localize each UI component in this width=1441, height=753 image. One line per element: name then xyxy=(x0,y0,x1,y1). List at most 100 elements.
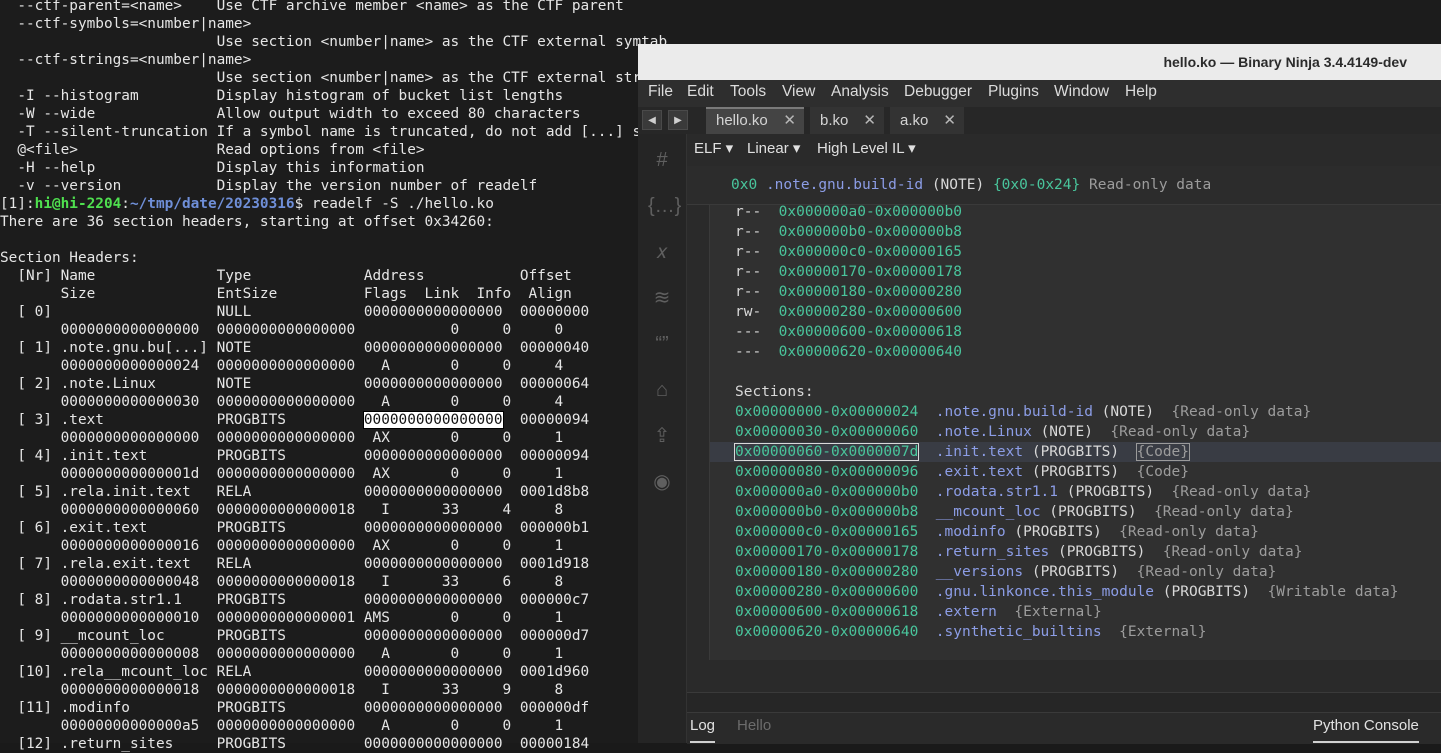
variables-icon[interactable]: 𝑥 xyxy=(648,238,676,266)
terminal-line: Use section <number|name> as the CTF ext… xyxy=(0,34,668,50)
tag-icon[interactable]: ⌂ xyxy=(648,376,676,404)
section-row[interactable]: 0x00000060-0x0000007d .init.text (PROGBI… xyxy=(710,442,1441,462)
section-range: 0x00000620-0x00000640 xyxy=(735,624,919,640)
view-toolbar: ELF ▾ Linear ▾ High Level IL ▾ xyxy=(687,134,1441,166)
section-name: .exit.text xyxy=(935,464,1024,480)
globe-icon[interactable]: ◉ xyxy=(648,468,676,496)
menu-debugger[interactable]: Debugger xyxy=(904,80,972,107)
section-range: 0x00000080-0x00000096 xyxy=(735,464,919,480)
section-semantics: {External} xyxy=(1014,604,1102,620)
close-icon[interactable]: ✕ xyxy=(943,107,956,134)
tab-bar: ◀ ▶ hello.ko ✕ b.ko ✕ a.ko ✕ xyxy=(638,107,1441,134)
section-row[interactable]: 0x00000600-0x00000618 .extern {External} xyxy=(735,602,1102,622)
section-row[interactable]: 0x00000080-0x00000096 .exit.text (PROGBI… xyxy=(735,462,1189,482)
section-range: 0x00000170-0x00000178 xyxy=(735,544,919,560)
terminal-output-line: [12] .return_sites PROGBITS 000000000000… xyxy=(0,736,590,752)
terminal-line: -W --wide Allow output width to exceed 8… xyxy=(0,106,581,122)
close-icon[interactable]: ✕ xyxy=(863,107,876,134)
section-row[interactable]: 0x00000170-0x00000178 .return_sites (PRO… xyxy=(735,542,1303,562)
menu-window[interactable]: Window xyxy=(1054,80,1109,107)
menu-edit[interactable]: Edit xyxy=(687,80,714,107)
terminal-output-line: [ 5] .rela.init.text RELA 00000000000000… xyxy=(0,484,590,500)
menu-tools[interactable]: Tools xyxy=(730,80,766,107)
menu-help[interactable]: Help xyxy=(1125,80,1157,107)
prompt-path: ~/tmp/date/20230316 xyxy=(129,196,295,212)
section-row[interactable]: 0x000000a0-0x000000b0 .rodata.str1.1 (PR… xyxy=(735,482,1311,502)
menu-file[interactable]: File xyxy=(648,80,673,107)
tab-hello[interactable]: Hello xyxy=(737,713,771,741)
tab-log[interactable]: Log xyxy=(690,713,716,743)
segment-range: 0x00000170-0x00000178 xyxy=(778,264,962,280)
section-semantics: {Read-only data} xyxy=(1154,504,1294,520)
nav-back-button[interactable]: ◀ xyxy=(642,110,662,130)
types-icon[interactable]: {…} xyxy=(648,192,681,220)
strings-icon[interactable]: “” xyxy=(648,330,676,358)
section-row[interactable]: 0x00000180-0x00000280 __versions (PROGBI… xyxy=(735,562,1276,582)
menu-view[interactable]: View xyxy=(782,80,815,107)
segment-perm: r-- xyxy=(735,264,762,280)
terminal-output-line: 0000000000000010 0000000000000001 AMS 0 … xyxy=(0,610,564,626)
segment-row[interactable]: r-- 0x000000a0-0x000000b0 xyxy=(735,205,962,222)
map-icon[interactable]: ⇪ xyxy=(648,422,676,450)
section-row[interactable]: 0x00000620-0x00000640 .synthetic_builtin… xyxy=(735,622,1206,642)
window-title-bar[interactable]: hello.ko — Binary Ninja 3.4.4149-dev xyxy=(638,44,1441,80)
segment-row[interactable]: --- 0x00000620-0x00000640 xyxy=(735,342,962,362)
tab-python-console[interactable]: Python Console xyxy=(1313,713,1419,743)
terminal-output-line: 0000000000000008 0000000000000000 A 0 0 … xyxy=(0,646,564,662)
segment-row[interactable]: r-- 0x000000b0-0x000000b8 xyxy=(735,222,962,242)
il-dropdown[interactable]: High Level IL ▾ xyxy=(817,134,916,164)
terminal-output-line: [ 3] .text PROGBITS 0000000000000000 000… xyxy=(0,411,589,429)
menu-plugins[interactable]: Plugins xyxy=(988,80,1039,107)
tab-a-ko[interactable]: a.ko ✕ xyxy=(890,107,964,134)
view-mode-dropdown[interactable]: Linear ▾ xyxy=(747,134,800,164)
symbols-icon[interactable]: # xyxy=(648,146,676,174)
sections-label[interactable]: Sections: xyxy=(735,382,814,402)
section-row[interactable]: 0x000000c0-0x00000165 .modinfo (PROGBITS… xyxy=(735,522,1259,542)
section-row[interactable]: 0x000000b0-0x000000b8 __mcount_loc (PROG… xyxy=(735,502,1294,522)
format-dropdown[interactable]: ELF ▾ xyxy=(694,134,733,164)
horizontal-scrollbar[interactable] xyxy=(687,692,1441,713)
section-row[interactable]: 0x00000280-0x00000600 .gnu.linkonce.this… xyxy=(735,582,1399,602)
segment-perm: r-- xyxy=(735,284,762,300)
segment-row[interactable]: --- 0x00000600-0x00000618 xyxy=(735,322,962,342)
stack-icon[interactable]: ≋ xyxy=(648,284,676,312)
selected-text[interactable]: 0000000000000000 xyxy=(362,411,504,429)
section-type: (PROGBITS) xyxy=(1031,564,1120,580)
segment-row[interactable]: rw- 0x00000280-0x00000600 xyxy=(735,302,962,322)
nav-forward-button[interactable]: ▶ xyxy=(668,110,688,130)
section-type: (PROGBITS) xyxy=(1049,504,1137,520)
terminal-line: --ctf-symbols=<number|name> xyxy=(0,16,252,32)
terminal-line: -H --help Display this information xyxy=(0,160,425,176)
terminal-line: Use section <number|name> as the CTF ext… xyxy=(0,70,668,86)
segment-row[interactable]: r-- 0x00000180-0x00000280 xyxy=(735,282,962,302)
section-row[interactable]: 0x00000000-0x00000024 .note.gnu.build-id… xyxy=(735,402,1311,422)
segment-row[interactable]: r-- 0x000000c0-0x00000165 xyxy=(735,242,962,262)
terminal-line: @<file> Read options from <file> xyxy=(0,142,425,158)
section-range: 0x00000180-0x00000280 xyxy=(735,564,919,580)
section-semantics: {Read-only data} xyxy=(1171,484,1312,500)
segment-row[interactable]: r-- 0x00000170-0x00000178 xyxy=(735,262,962,282)
tab-hello-ko[interactable]: hello.ko ✕ xyxy=(706,107,804,134)
menu-analysis[interactable]: Analysis xyxy=(831,80,889,107)
close-icon[interactable]: ✕ xyxy=(783,109,796,132)
prompt-colon: : xyxy=(121,196,130,212)
terminal-output-line: [ 9] __mcount_loc PROGBITS 0000000000000… xyxy=(0,628,590,644)
terminal-line: --ctf-strings=<number|name> xyxy=(0,52,252,68)
header-desc: Read-only data xyxy=(1088,177,1212,193)
header-range: {0x0-0x24} xyxy=(992,177,1081,193)
tab-b-ko[interactable]: b.ko ✕ xyxy=(810,107,884,134)
linear-view[interactable]: r-- 0x000000a0-0x000000b0 r-- 0x000000b0-… xyxy=(709,205,1441,660)
section-row[interactable]: 0x00000030-0x00000060 .note.Linux (NOTE)… xyxy=(735,422,1250,442)
